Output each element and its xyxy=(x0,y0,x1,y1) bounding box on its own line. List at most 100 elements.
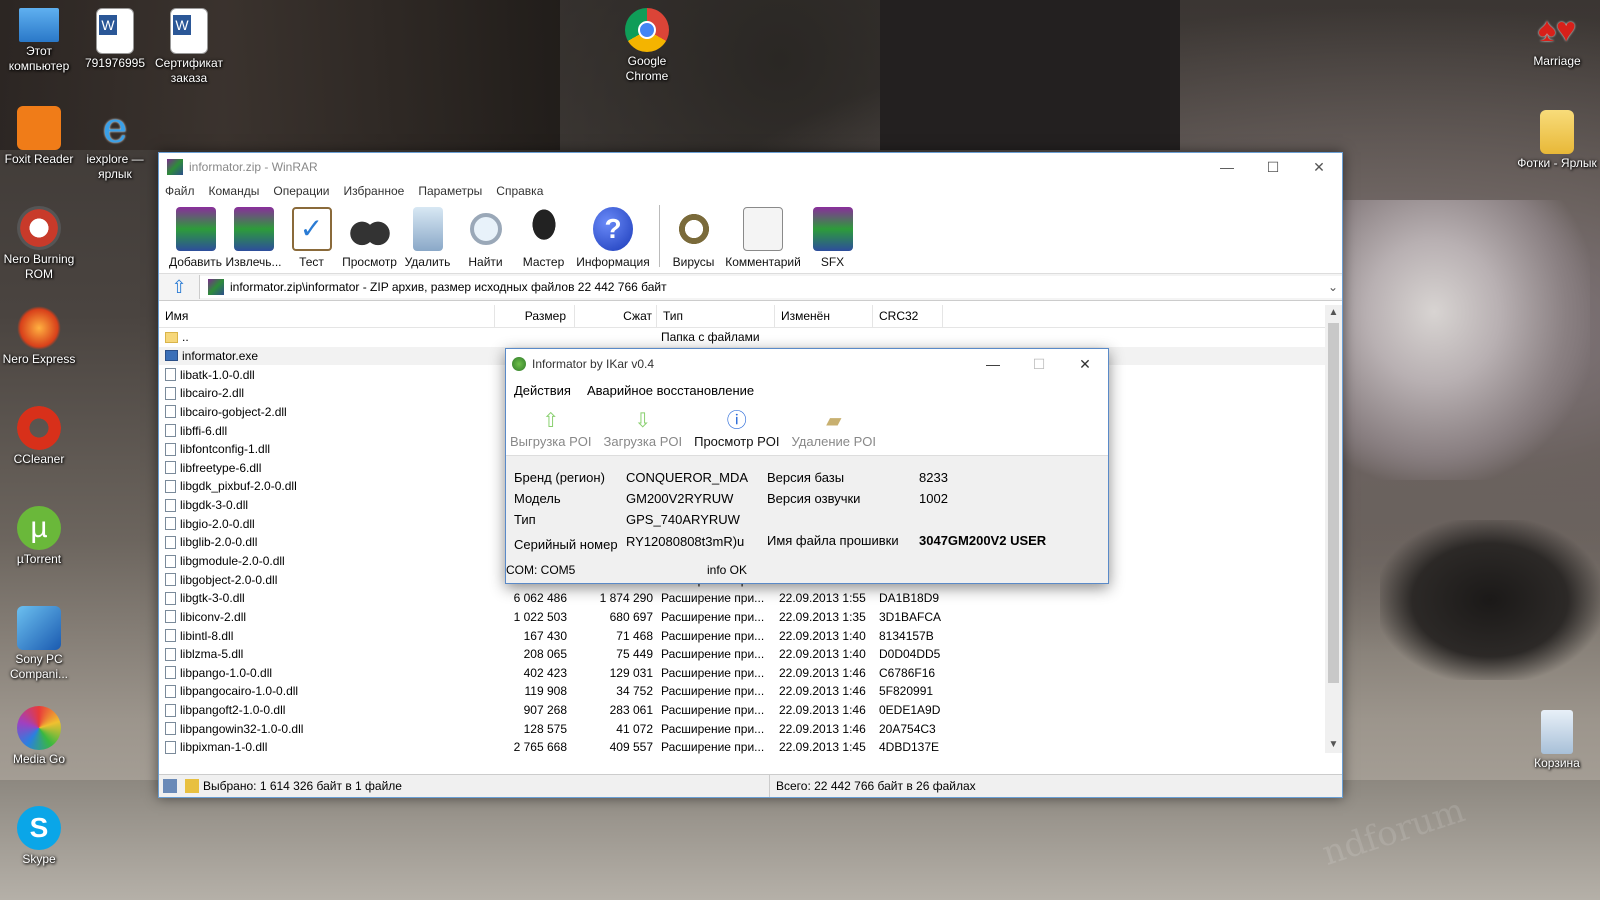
desktop-icon-nero-express[interactable]: Nero Express xyxy=(0,306,80,367)
download-poi-button[interactable]: ⇩ Загрузка POI xyxy=(604,410,683,455)
cell-modified: 22.09.2013 1:46 xyxy=(779,665,866,680)
table-row[interactable]: liblzma-5.dll 208 065 75 449 Расширение при… xyxy=(159,645,1342,664)
comment-button[interactable]: Комментарий xyxy=(723,207,803,273)
scroll-thumb[interactable] xyxy=(1328,323,1339,683)
cell-modified: 22.09.2013 1:46 xyxy=(779,703,866,718)
cell-name: libiconv-2.dll xyxy=(159,610,495,624)
cards-icon: ♠♥ xyxy=(1537,11,1577,49)
table-row[interactable]: libpangoft2-1.0-0.dll 907 268 283 061 Расши… xyxy=(159,701,1342,720)
upload-poi-button[interactable]: ⇧ Выгрузка POI xyxy=(510,410,592,455)
file-name: libgmodule-2.0-0.dll xyxy=(180,554,285,568)
scroll-up-icon[interactable]: ▲ xyxy=(1325,305,1342,321)
cell-name: libatk-1.0-0.dll xyxy=(159,368,495,382)
minimize-icon[interactable]: — xyxy=(970,356,1016,373)
dll-file-icon xyxy=(165,629,176,643)
table-row[interactable]: .. Папка с файлами xyxy=(159,328,1342,347)
file-name: libgdk_pixbuf-2.0-0.dll xyxy=(180,479,297,494)
cell-name: libpangoft2-1.0-0.dll xyxy=(159,703,495,717)
add-button[interactable]: Добавить xyxy=(167,207,224,273)
desktop-icon-chrome[interactable]: Google Chrome xyxy=(606,8,688,84)
cell-packed: 409 557 xyxy=(609,740,653,755)
table-row[interactable]: libintl-8.dll 167 430 71 468 Расширение при… xyxy=(159,626,1342,645)
maximize-icon[interactable]: ☐ xyxy=(1250,153,1296,181)
menu-recovery[interactable]: Аварийное восстановление xyxy=(587,383,754,398)
desktop-icon-media-go[interactable]: Media Go xyxy=(0,706,80,767)
menu-operations[interactable]: Операции xyxy=(273,184,329,198)
menu-favorites[interactable]: Избранное xyxy=(344,184,405,198)
address-field[interactable]: informator.zip\informator - ZIP архив, р… xyxy=(200,276,1342,298)
comment-icon xyxy=(743,207,783,251)
menu-commands[interactable]: Команды xyxy=(209,184,260,198)
desktop-icon-skype[interactable]: S Skype xyxy=(0,806,80,867)
column-size[interactable]: Размер xyxy=(495,305,575,327)
table-row[interactable]: libpango-1.0-0.dll 402 423 129 031 Расширен… xyxy=(159,664,1342,683)
cell-name: libgtk-3-0.dll xyxy=(159,591,495,605)
table-row[interactable]: libgtk-3-0.dll 6 062 486 1 874 290 Расширен… xyxy=(159,589,1342,608)
info-button[interactable]: ? Информация xyxy=(573,207,653,273)
column-packed[interactable]: Сжат xyxy=(575,305,657,327)
cell-packed: 71 468 xyxy=(616,628,653,643)
desktop-icon-ie[interactable]: e iexplore — ярлык xyxy=(74,106,156,182)
menu-options[interactable]: Параметры xyxy=(418,184,482,198)
desktop-icon-foxit[interactable]: Foxit Reader xyxy=(0,106,80,167)
db-version-value: 8233 xyxy=(919,470,948,485)
table-row[interactable]: libpangocairo-1.0-0.dll 119 908 34 752 Расш… xyxy=(159,682,1342,701)
find-icon xyxy=(469,213,502,245)
virus-button[interactable]: Вирусы xyxy=(665,207,722,273)
table-row[interactable]: libpangowin32-1.0-0.dll 128 575 41 072 Расш… xyxy=(159,719,1342,738)
desktop-icon-nero-rom[interactable]: Nero Burning ROM xyxy=(0,206,80,282)
chrome-icon xyxy=(625,8,669,52)
delete-poi-button[interactable]: ▰ Удаление POI xyxy=(791,410,876,455)
extract-button[interactable]: Извлечь... xyxy=(225,207,282,273)
vertical-scrollbar[interactable]: ▲ ▼ xyxy=(1325,305,1342,753)
desktop-icon-ccleaner[interactable]: CCleaner xyxy=(0,406,80,467)
table-row[interactable]: libiconv-2.dll 1 022 503 680 697 Расширение… xyxy=(159,608,1342,627)
table-row[interactable]: libpixman-1-0.dll 2 765 668 409 557 Расшире… xyxy=(159,738,1342,757)
file-name: libcairo-2.dll xyxy=(180,386,245,401)
winrar-titlebar[interactable]: informator.zip - WinRAR — ☐ ✕ xyxy=(159,153,1342,181)
desktop-icon-doc-1[interactable]: W 791976995 xyxy=(74,8,156,71)
informator-toolbar: ⇧ Выгрузка POI ⇩ Загрузка POI ⓘ Просмотр PO… xyxy=(506,401,1108,456)
menu-help[interactable]: Справка xyxy=(496,184,543,198)
wizard-button[interactable]: Мастер xyxy=(515,207,572,273)
desktop-icon-photos[interactable]: Фотки - Ярлык xyxy=(1516,110,1598,171)
find-button[interactable]: Найти xyxy=(457,207,514,273)
cell-name: libgio-2.0-0.dll xyxy=(159,517,495,531)
winrar-toolbar: Добавить Извлечь... ✓ Тест Просмотр Удали… xyxy=(159,201,1342,274)
up-folder-icon[interactable]: ⇧ xyxy=(159,275,200,299)
status-bar: Выбрано: 1 614 326 байт в 1 файле Всего:… xyxy=(159,774,1342,797)
desktop-icon-marriage[interactable]: ♠♥ Marriage xyxy=(1516,8,1598,69)
cell-packed: 75 449 xyxy=(616,647,653,662)
column-modified[interactable]: Изменён xyxy=(775,305,873,327)
desktop-icon-recycle-bin[interactable]: Корзина xyxy=(1516,710,1598,771)
desktop-icon-sony-pc[interactable]: Sony PC Compani... xyxy=(0,606,80,682)
cell-type: Расширение при... xyxy=(661,609,765,624)
dll-file-icon xyxy=(165,554,176,568)
dll-file-icon xyxy=(165,535,176,549)
column-crc[interactable]: CRC32 xyxy=(873,305,943,327)
delete-button[interactable]: Удалить xyxy=(399,207,456,273)
view-button[interactable]: Просмотр xyxy=(341,207,398,273)
recycle-bin-icon xyxy=(1541,710,1573,754)
close-icon[interactable]: ✕ xyxy=(1296,153,1342,181)
minimize-icon[interactable]: — xyxy=(1204,153,1250,181)
desktop-icon-this-pc[interactable]: Этот компьютер xyxy=(0,8,80,74)
com-port: COM: COM5 xyxy=(506,563,576,577)
column-type[interactable]: Тип xyxy=(657,305,775,327)
view-poi-button[interactable]: ⓘ Просмотр POI xyxy=(694,410,779,455)
scroll-down-icon[interactable]: ▼ xyxy=(1325,737,1342,753)
column-name[interactable]: Имя xyxy=(159,305,495,327)
chevron-down-icon[interactable]: ⌄ xyxy=(1324,280,1342,294)
dll-file-icon xyxy=(165,386,176,400)
desktop-icon-utorrent[interactable]: µ µTorrent xyxy=(0,506,80,567)
test-button[interactable]: ✓ Тест xyxy=(283,207,340,273)
menu-file[interactable]: Файл xyxy=(165,184,195,198)
desktop-icon-doc-2[interactable]: W Сертификат заказа xyxy=(148,8,230,86)
informator-titlebar[interactable]: Informator by IKar v0.4 — ☐ ✕ xyxy=(506,349,1108,379)
sfx-button[interactable]: SFX xyxy=(804,207,861,273)
cell-name: libgobject-2.0-0.dll xyxy=(159,573,495,587)
cell-name: informator.exe xyxy=(159,349,495,363)
menu-actions[interactable]: Действия xyxy=(514,383,571,398)
close-icon[interactable]: ✕ xyxy=(1062,356,1108,373)
dll-file-icon xyxy=(165,647,176,661)
